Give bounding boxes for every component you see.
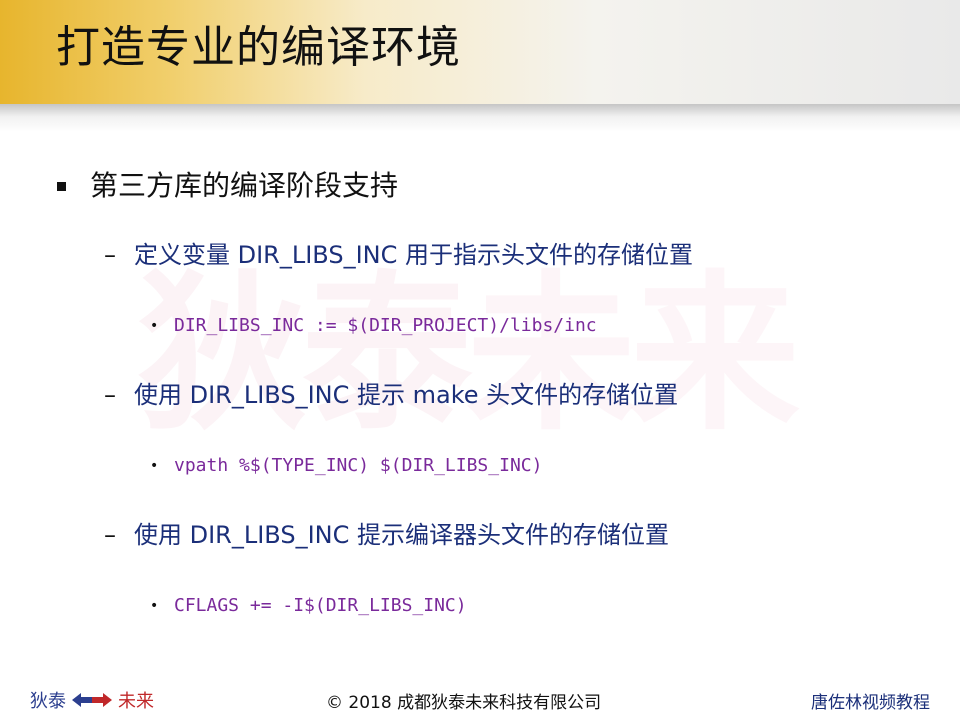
sub-bullet-2: – 使用 DIR_LIBS_INC 提示 make 头文件的存储位置	[104, 378, 678, 412]
heading-text: 第三方库的编译阶段支持	[90, 169, 399, 202]
code-bullet-3: • CFLAGS += -I$(DIR_LIBS_INC)	[150, 593, 467, 619]
dot-bullet-icon: •	[150, 318, 159, 334]
sub-bullet-3: – 使用 DIR_LIBS_INC 提示编译器头文件的存储位置	[104, 518, 669, 552]
title-bar-shadow	[0, 104, 960, 132]
footer-copyright: © 2018 成都狄泰未来科技有限公司	[326, 693, 602, 713]
dash-bullet-icon: –	[104, 521, 116, 549]
sub-bullet-text: 使用 DIR_LIBS_INC 提示 make 头文件的存储位置	[134, 381, 679, 409]
dash-bullet-icon: –	[104, 241, 116, 269]
watermark: 狄泰未来	[138, 255, 800, 455]
dash-bullet-icon: –	[104, 381, 116, 409]
double-arrow-icon	[72, 692, 112, 708]
sub-bullet-1: – 定义变量 DIR_LIBS_INC 用于指示头文件的存储位置	[104, 238, 693, 272]
sub-bullet-text: 使用 DIR_LIBS_INC 提示编译器头文件的存储位置	[134, 521, 670, 549]
footer-author: 唐佐林视频教程	[811, 693, 930, 713]
left-arrow-shape	[72, 693, 92, 707]
double-arrow-svg	[72, 693, 112, 707]
dot-bullet-icon: •	[150, 458, 159, 474]
code-bullet-2: • vpath %$(TYPE_INC) $(DIR_LIBS_INC)	[150, 453, 542, 479]
sub-bullet-text: 定义变量 DIR_LIBS_INC 用于指示头文件的存储位置	[134, 241, 694, 269]
footer-logo-left: 狄泰	[30, 691, 66, 712]
code-text: DIR_LIBS_INC := $(DIR_PROJECT)/libs/inc	[174, 315, 597, 336]
footer-logo: 狄泰 未来	[30, 687, 154, 713]
code-text: CFLAGS += -I$(DIR_LIBS_INC)	[174, 595, 467, 616]
square-bullet-icon	[57, 181, 66, 191]
code-bullet-1: • DIR_LIBS_INC := $(DIR_PROJECT)/libs/in…	[150, 313, 597, 339]
bullet-heading: 第三方库的编译阶段支持	[57, 168, 398, 204]
code-text: vpath %$(TYPE_INC) $(DIR_LIBS_INC)	[174, 455, 543, 476]
watermark-part1: 狄泰	[138, 256, 472, 454]
dot-bullet-icon: •	[150, 598, 159, 614]
right-arrow-shape	[92, 693, 112, 707]
footer-logo-right: 未来	[118, 691, 154, 712]
watermark-part2: 未来	[466, 256, 800, 454]
slide-title: 打造专业的编译环境	[56, 22, 461, 73]
